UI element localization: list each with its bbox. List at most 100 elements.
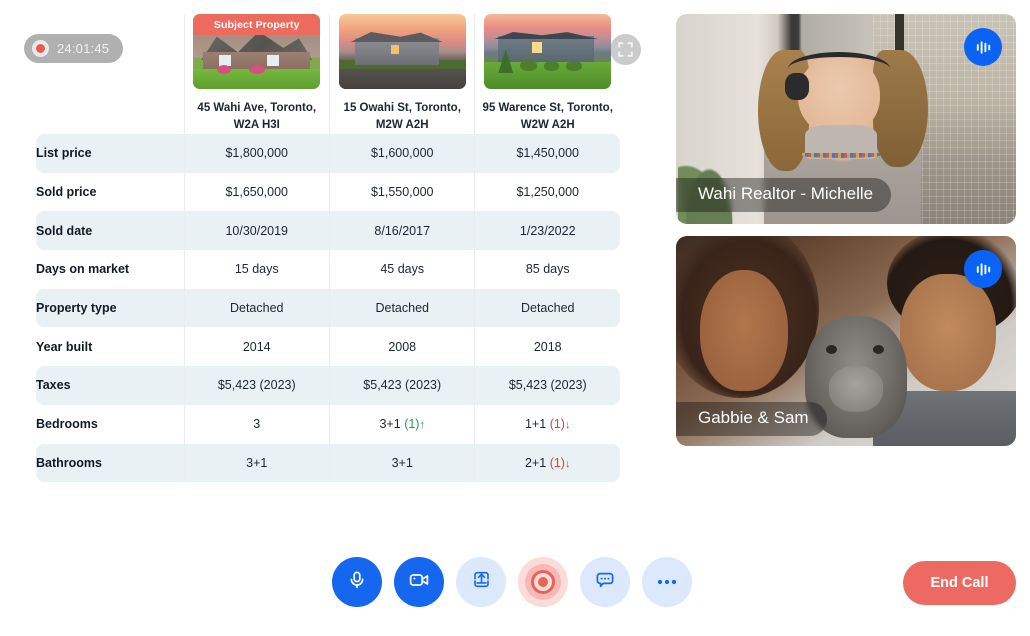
row-label: Bathrooms [36,443,184,483]
cell-r5-c1: 2008 [328,327,474,367]
cell-r4-c0: Detached [183,288,329,328]
cell-delta: (1) [549,455,565,470]
table-row: Property type Detached Detached Detached [36,288,620,328]
table-row: Sold price $1,650,000 $1,550,000 $1,250,000 [36,172,620,212]
address-line-1: 45 Wahi Ave, Toronto, [197,102,317,114]
cell-value: 8/16/2017 [374,223,431,238]
call-controls-bar [332,557,692,607]
property-header-2[interactable]: 95 Warence St, Toronto, W2W A2H [474,14,620,134]
table-row: Sold date 10/30/2019 8/16/2017 1/23/2022 [36,211,620,251]
cell-value: 1+1 [524,417,547,432]
share-upload-icon [471,569,492,595]
cell-value: $1,650,000 [225,185,289,200]
cell-value: 85 days [525,262,570,277]
cell-value: 1/23/2022 [519,223,576,238]
participant-name-1: Gabbie & Sam [676,402,827,436]
property-comparison-table: Subject Property 45 Wahi Ave, Toronto, W… [36,14,620,483]
participant-video-tile-0[interactable]: Wahi Realtor - Michelle [676,14,1016,224]
cell-value: $1,450,000 [516,146,580,161]
video-call-screen: 24:01:45 Subject Property 45 Wahi Ave, T… [0,0,1030,636]
cell-value: $5,423 (2023) [217,378,296,393]
chat-button[interactable] [580,557,630,607]
cell-r0-c2: $1,450,000 [474,134,620,173]
address-line-1: 15 Owahi St, Toronto, [343,102,461,114]
cell-r3-c1: 45 days [328,250,474,289]
row-label: Days on market [36,262,130,277]
header-spacer [36,14,184,134]
cell-value: 45 days [380,262,425,277]
row-label: Bedrooms [36,417,98,432]
chat-bubble-icon [594,569,616,596]
cell-r8-c1: 3+1 [328,443,475,483]
cell-value: 2014 [242,339,271,354]
cell-r1-c0: $1,650,000 [183,172,329,212]
cell-value: 15 days [234,262,279,277]
address-line-2: W2W A2H [520,119,575,131]
cell-r4-c1: Detached [328,288,475,328]
cell-r8-c2: 2+1 (1)↓ [474,443,620,483]
subject-property-badge: Subject Property [193,14,321,35]
cell-delta: (1) [549,417,565,432]
cell-r8-c0: 3+1 [183,443,329,483]
property-photo-2 [484,14,612,89]
cell-value: $1,550,000 [370,185,434,200]
cell-value: 3 [253,417,261,432]
participant-video-tile-1[interactable]: Gabbie & Sam [676,236,1016,446]
table-row: Bedrooms 3 3+1 (1)↑ 1+1 (1)↓ [36,404,620,444]
cell-r5-c0: 2014 [183,327,329,367]
microphone-button[interactable] [332,557,382,607]
cell-value: $1,250,000 [516,185,580,200]
cell-value: 3+1 [246,455,268,470]
row-label: Year built [36,339,93,354]
property-header-0[interactable]: Subject Property 45 Wahi Ave, Toronto, W… [183,14,329,134]
cell-value: $1,600,000 [370,146,434,161]
cell-value: Detached [520,301,575,316]
participant-name-0: Wahi Realtor - Michelle [676,178,892,212]
address-line-2: M2W A2H [375,119,429,131]
cell-r7-c2: 1+1 (1)↓ [474,404,620,444]
share-button[interactable] [456,557,506,607]
more-ellipsis-icon [656,573,678,591]
video-camera-icon [408,569,430,596]
arrow-up-icon: ↑ [419,419,425,432]
record-button[interactable] [518,557,568,607]
row-label: Taxes [36,366,184,405]
cell-r6-c2: $5,423 (2023) [474,366,620,405]
cell-value: 2008 [388,339,417,354]
table-row: Bathrooms 3+1 3+1 2+1 (1)↓ [36,443,620,483]
row-label: Sold price [36,185,97,200]
cell-value: $1,800,000 [225,146,289,161]
cell-r4-c2: Detached [474,288,620,328]
cell-value: Detached [229,301,284,316]
audio-waveform-icon [964,250,1002,288]
camera-button[interactable] [394,557,444,607]
cell-r3-c2: 85 days [474,250,620,289]
property-address-0: 45 Wahi Ave, Toronto, W2A H3I [185,100,329,134]
more-options-button[interactable] [642,557,692,607]
cell-value: 3+1 [379,417,401,432]
property-address-2: 95 Warence St, Toronto, W2W A2H [475,100,620,134]
cell-delta: (1) [404,417,420,432]
cell-value: 2018 [533,339,562,354]
cell-r2-c2: 1/23/2022 [474,211,620,251]
cell-r1-c1: $1,550,000 [328,172,474,212]
cell-r2-c0: 10/30/2019 [183,211,329,251]
address-line-2: W2A H3I [233,119,280,131]
property-header-1[interactable]: 15 Owahi St, Toronto, M2W A2H [328,14,474,134]
microphone-icon [347,570,367,595]
property-photo-0: Subject Property [193,14,321,89]
cell-r0-c0: $1,800,000 [183,134,329,173]
row-label: List price [36,134,184,173]
table-row: List price $1,800,000 $1,600,000 $1,450,000 [36,134,620,173]
cell-r7-c1: 3+1 (1)↑ [328,404,474,444]
arrow-down-icon: ↓ [564,457,571,470]
cell-r3-c0: 15 days [183,250,329,289]
end-call-button[interactable]: End Call [903,561,1016,605]
cell-value: 3+1 [391,455,413,470]
cell-value: $5,423 (2023) [363,378,442,393]
address-line-1: 95 Warence St, Toronto, [482,102,613,114]
cell-value: Detached [375,301,429,316]
arrow-down-icon: ↓ [564,419,571,432]
cell-value: 2+1 [524,455,547,470]
row-label: Property type [36,288,184,328]
